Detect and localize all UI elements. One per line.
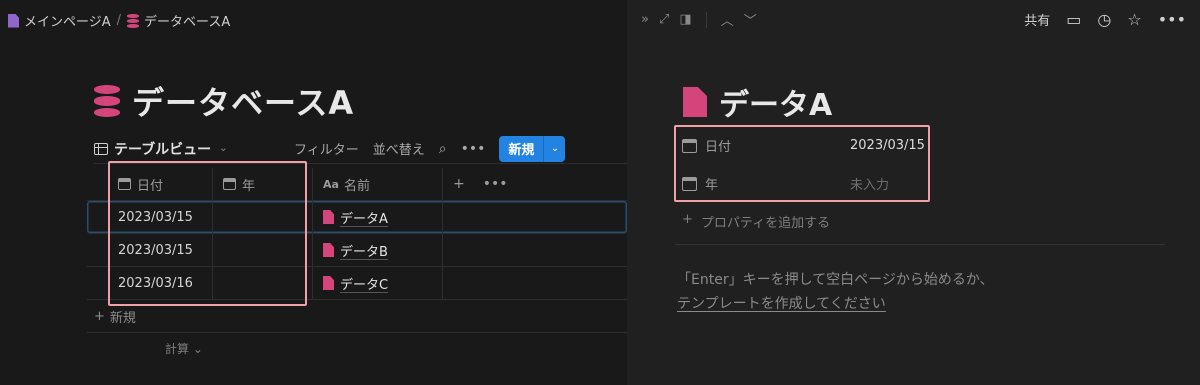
column-header-name[interactable]: Aa 名前 (313, 168, 443, 200)
calculate-button[interactable]: 計算 ⌄ (165, 340, 203, 357)
table-row[interactable]: 2023/03/15 データB (87, 234, 627, 267)
chevron-down-icon[interactable]: ﹀ (744, 10, 757, 29)
share-button[interactable]: 共有 (1024, 10, 1050, 29)
date-cell[interactable]: 2023/03/15 (87, 201, 213, 233)
empty-cell (443, 234, 627, 266)
table-row[interactable]: 2023/03/15 データA (87, 201, 627, 234)
page-icon (323, 243, 334, 257)
empty-cell (443, 267, 627, 299)
name-cell[interactable]: データA (313, 201, 443, 233)
page-title-text[interactable]: データA (719, 80, 832, 124)
date-cell[interactable]: 2023/03/16 (87, 267, 213, 299)
database-icon (127, 13, 140, 28)
name-cell[interactable]: データC (313, 267, 443, 299)
property-name: 日付 (705, 140, 732, 155)
page-icon (323, 210, 334, 224)
toolbar-divider (705, 11, 707, 28)
close-peek-icon[interactable]: » (641, 12, 649, 27)
plus-icon: + (682, 212, 693, 227)
property-value[interactable]: 未入力 (850, 174, 889, 193)
page-title: データA (683, 80, 832, 124)
table-icon (94, 142, 108, 155)
column-label: 日付 (137, 178, 164, 194)
hint-text: 「Enter」キーを押して空白ページから始めるか、 (677, 272, 994, 288)
database-icon[interactable] (94, 85, 120, 117)
comment-icon[interactable]: ▭ (1066, 10, 1081, 29)
view-tab[interactable]: テーブルビュー ⌄ (94, 139, 228, 159)
table-header: 日付 年 Aa 名前 + ••• (87, 168, 627, 201)
property-value[interactable]: 2023/03/15 (850, 138, 925, 153)
add-column-icon[interactable]: + (453, 176, 465, 192)
calendar-icon (682, 176, 697, 191)
row-name[interactable]: データC (340, 274, 388, 293)
divider (675, 244, 1165, 245)
page-actions: 共有 ▭ ◷ ☆ ••• (1024, 10, 1186, 29)
page-icon (8, 13, 19, 28)
breadcrumb-database-label: データベースA (144, 15, 231, 30)
empty-cell (443, 201, 627, 233)
database-title-text[interactable]: データベースA (132, 78, 354, 124)
row-name[interactable]: データB (340, 241, 388, 260)
name-cell[interactable]: データB (313, 234, 443, 266)
column-header-year[interactable]: 年 (213, 168, 313, 200)
year-cell[interactable] (213, 234, 313, 266)
filter-button[interactable]: フィルター (294, 139, 359, 158)
empty-page-hint: 「Enter」キーを押して空白ページから始めるか、 テンプレートを作成してくださ… (677, 268, 994, 316)
database-title: データベースA (94, 78, 354, 124)
calculate-label: 計算 (165, 342, 190, 356)
breadcrumb-page-label: メインページA (24, 15, 111, 30)
add-property-button[interactable]: + プロパティを追加する (682, 212, 830, 231)
peek-toolbar: » ⤢ ◨ ︿ ﹀ (641, 10, 757, 29)
calendar-icon (223, 178, 236, 190)
column-label: 年 (242, 178, 256, 194)
chevron-down-icon: ⌄ (219, 143, 228, 154)
table-row[interactable]: 2023/03/16 データC (87, 267, 627, 300)
calendar-icon (118, 178, 131, 190)
database-table: 日付 年 Aa 名前 + ••• 2023/03/15 データA 2023/03… (87, 168, 627, 300)
add-row-label: 新規 (109, 311, 136, 326)
expand-icon[interactable]: ⤢ (659, 12, 669, 27)
text-property-icon: Aa (323, 177, 339, 191)
property-name: 年 (705, 178, 719, 193)
column-header-actions: + ••• (443, 168, 627, 200)
calc-divider (87, 332, 627, 333)
year-cell[interactable] (213, 267, 313, 299)
chevron-down-icon: ⌄ (192, 342, 203, 356)
star-icon[interactable]: ☆ (1127, 10, 1141, 29)
more-icon[interactable]: ••• (1158, 10, 1186, 29)
side-peek-icon[interactable]: ◨ (679, 12, 691, 27)
breadcrumb-database[interactable]: データベースA (127, 11, 230, 30)
sort-button[interactable]: 並べ替え (373, 139, 425, 158)
add-property-label: プロパティを追加する (700, 216, 831, 231)
property-year[interactable]: 年 未入力 (682, 174, 889, 193)
row-name[interactable]: データA (340, 208, 388, 227)
breadcrumb-separator: / (116, 13, 122, 28)
page-icon[interactable] (683, 87, 707, 117)
history-icon[interactable]: ◷ (1097, 10, 1111, 29)
view-tab-label: テーブルビュー (114, 141, 212, 158)
page-icon (323, 276, 334, 290)
calendar-icon (682, 138, 697, 153)
new-button-group: 新規 ⌄ (499, 135, 566, 162)
new-button[interactable]: 新規 (499, 135, 544, 162)
year-cell[interactable] (213, 201, 313, 233)
breadcrumb-page[interactable]: メインページA (8, 11, 111, 30)
property-date[interactable]: 日付 2023/03/15 (682, 136, 925, 155)
column-label: 名前 (343, 178, 370, 194)
plus-icon: + (94, 309, 105, 324)
search-icon[interactable]: ⌕ (439, 141, 447, 157)
chevron-down-icon[interactable]: ⌄ (543, 135, 566, 162)
date-cell[interactable]: 2023/03/15 (87, 234, 213, 266)
column-header-date[interactable]: 日付 (87, 168, 213, 200)
chevron-up-icon[interactable]: ︿ (721, 10, 734, 29)
more-icon[interactable]: ••• (483, 176, 508, 192)
add-row-button[interactable]: + 新規 (94, 307, 136, 326)
view-toolbar: テーブルビュー ⌄ フィルター 並べ替え ⌕ ••• 新規 ⌄ (94, 134, 627, 164)
create-template-link[interactable]: テンプレートを作成してください (677, 292, 994, 316)
more-icon[interactable]: ••• (461, 141, 486, 157)
view-tools: フィルター 並べ替え ⌕ ••• 新規 ⌄ (294, 135, 566, 162)
breadcrumb: メインページA / データベースA (8, 11, 230, 30)
